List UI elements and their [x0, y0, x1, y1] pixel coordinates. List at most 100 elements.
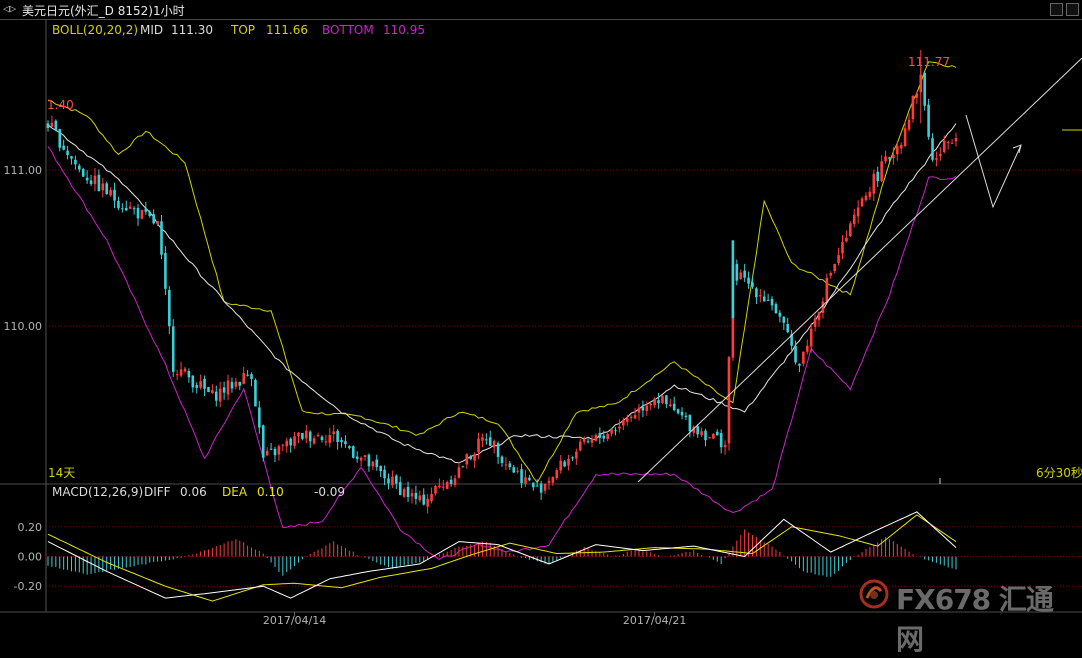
candle-body: [121, 208, 124, 210]
candle-body: [661, 395, 664, 403]
candle-body: [637, 407, 641, 413]
candle-body: [269, 448, 273, 450]
candle-body: [242, 373, 245, 384]
chart-area[interactable]: 111.00110.000.200.00-0.202017/04/14 2017/…: [0, 0, 1082, 629]
price-tick-label: 111.00: [4, 164, 43, 177]
candle-body: [770, 298, 774, 306]
candle-body: [833, 263, 836, 272]
candle-body: [653, 398, 656, 406]
candle-body: [101, 183, 105, 191]
candle-body: [614, 430, 617, 432]
candle-body: [152, 214, 155, 224]
candle-body: [606, 433, 609, 439]
candle-body: [50, 122, 54, 127]
candle-body: [332, 431, 336, 435]
candle-body: [954, 138, 958, 142]
candle-body: [238, 381, 242, 386]
candle-body: [805, 345, 809, 352]
candle-body: [395, 475, 398, 484]
macd-tick-label: 0.00: [18, 551, 43, 564]
candle-body: [207, 387, 210, 392]
candle-body: [759, 295, 762, 297]
boll-top-line: [47, 61, 957, 484]
boll-bottom-label: BOTTOM: [322, 23, 374, 37]
candle-body: [899, 144, 903, 149]
candle-body: [680, 411, 684, 416]
candle-body: [453, 478, 457, 486]
candle-body: [575, 451, 578, 459]
candle-body: [665, 395, 668, 405]
candle-body: [438, 485, 441, 487]
candle-body: [672, 403, 676, 410]
candle-body: [688, 414, 692, 432]
candle-body: [441, 486, 445, 488]
candle-body: [892, 154, 895, 159]
candle-body: [62, 145, 65, 150]
candle-body: [426, 498, 429, 507]
candle-body: [778, 312, 782, 317]
candle-body: [849, 223, 852, 237]
candle-body: [211, 390, 214, 394]
candle-body: [935, 158, 938, 160]
candle-body: [696, 426, 699, 435]
candle-body: [246, 374, 249, 376]
candle-body: [66, 150, 69, 156]
candle-body: [222, 387, 226, 393]
trendline-ascending: [637, 57, 1082, 483]
candle-body: [708, 437, 711, 439]
candle-body: [136, 208, 140, 219]
candle-body: [798, 363, 801, 366]
candle-body: [931, 138, 934, 160]
candle-body: [829, 272, 833, 276]
candle-body: [85, 177, 89, 181]
candle-body: [516, 470, 519, 472]
candle-body: [739, 272, 743, 279]
candle-body: [445, 482, 449, 489]
candle-body: [880, 161, 883, 182]
candle-body: [250, 374, 253, 379]
candle-body: [375, 459, 379, 468]
candle-body: [578, 441, 582, 451]
candle-body: [449, 479, 453, 484]
boll-bottom-value: 110.95: [383, 23, 425, 37]
candle-body: [191, 375, 195, 388]
candle-body: [277, 446, 281, 455]
candle-body: [54, 120, 58, 131]
candle-body: [950, 142, 954, 144]
candle-body: [175, 374, 179, 376]
candle-body: [492, 440, 496, 448]
candle-body: [602, 435, 606, 439]
candle-body: [58, 129, 62, 148]
candle-body: [528, 477, 531, 481]
candle-body: [625, 418, 629, 422]
candle-body: [923, 72, 926, 106]
candle-body: [555, 470, 559, 479]
candle-body: [324, 441, 328, 443]
candle-body: [649, 403, 653, 406]
macd-tick-label: -0.20: [14, 580, 42, 593]
candle-body: [809, 328, 813, 347]
candle-body: [128, 206, 132, 209]
candle-body: [160, 221, 163, 255]
candle-body: [348, 446, 351, 449]
candle-body: [89, 180, 93, 185]
candle-body: [371, 461, 375, 467]
candle-body: [359, 457, 363, 461]
candle-body: [942, 140, 946, 152]
candle-body: [782, 316, 786, 323]
candle-body: [845, 237, 848, 242]
candle-body: [586, 441, 590, 443]
candle-body: [551, 476, 555, 483]
candle-body: [868, 191, 872, 197]
candle-body: [254, 379, 257, 407]
candle-body: [622, 419, 625, 426]
candle-body: [723, 444, 727, 448]
candle-body: [81, 168, 85, 177]
candle-body: [903, 128, 907, 146]
candle-body: [520, 469, 523, 484]
candle-body: [590, 439, 594, 443]
candle-body: [230, 382, 234, 389]
candle-body: [148, 211, 152, 217]
candle-body: [852, 214, 856, 225]
candle-body: [214, 391, 218, 401]
